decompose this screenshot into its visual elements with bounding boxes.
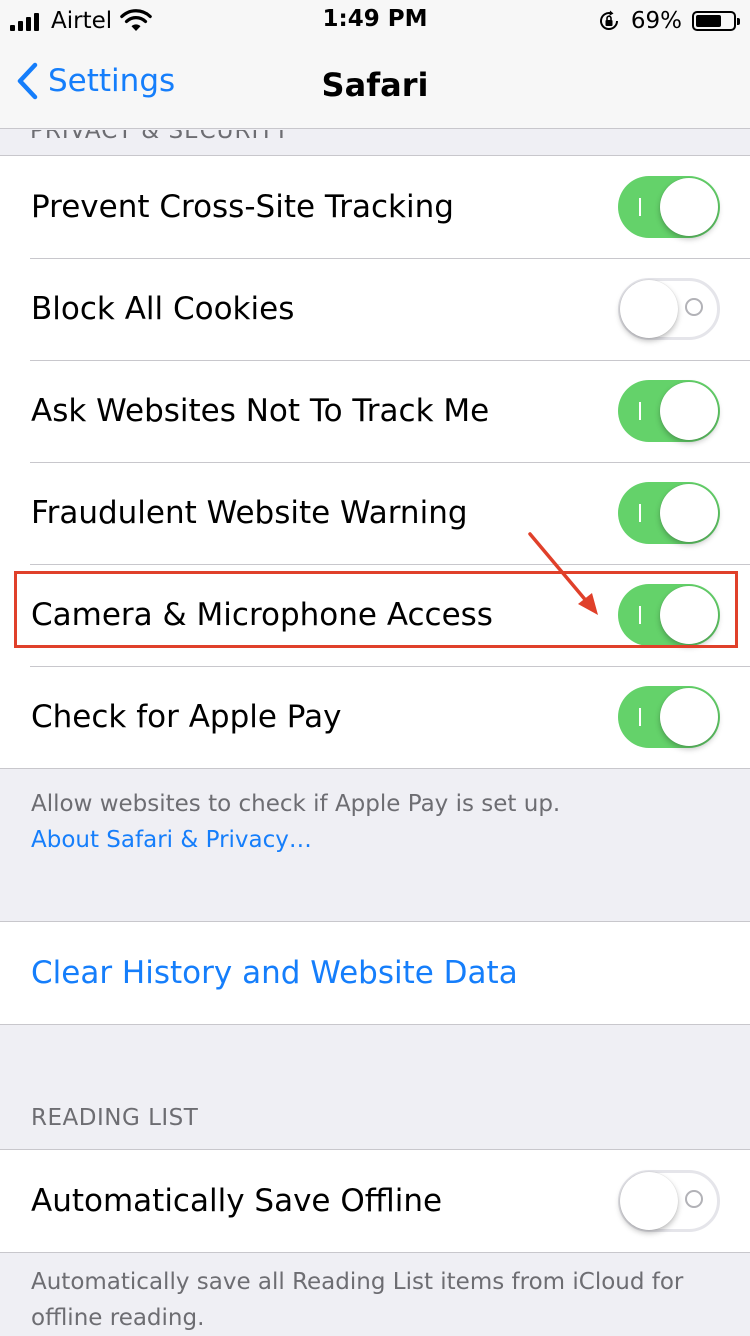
privacy-settings-group: Prevent Cross-Site Tracking Block All Co… — [0, 155, 750, 769]
battery-icon — [692, 11, 740, 31]
row-label: Automatically Save Offline — [31, 1183, 443, 1219]
battery-percentage: 69% — [630, 8, 682, 34]
ask-websites-not-to-track-row: Ask Websites Not To Track Me — [0, 360, 750, 462]
about-safari-privacy-link[interactable]: About Safari & Privacy… — [31, 822, 560, 858]
fraudulent-website-warning-toggle[interactable] — [618, 482, 720, 544]
apple-pay-footer-text: Allow websites to check if Apple Pay is … — [31, 791, 561, 817]
clear-history-group: Clear History and Website Data — [0, 921, 750, 1025]
orientation-lock-icon — [599, 10, 618, 30]
prevent-cross-site-tracking-toggle[interactable] — [618, 176, 720, 238]
status-bar: Airtel 1:49 PM 69% — [0, 0, 750, 40]
reading-list-footer: Automatically save all Reading List item… — [31, 1269, 684, 1331]
highlight-box — [14, 571, 738, 648]
fraudulent-website-warning-row: Fraudulent Website Warning — [0, 462, 750, 564]
check-for-apple-pay-toggle[interactable] — [618, 686, 720, 748]
row-label: Prevent Cross-Site Tracking — [31, 189, 454, 225]
prevent-cross-site-tracking-row: Prevent Cross-Site Tracking — [0, 156, 750, 258]
clear-history-label: Clear History and Website Data — [31, 955, 518, 991]
automatically-save-offline-toggle[interactable] — [618, 1170, 720, 1232]
row-label: Check for Apple Pay — [31, 699, 342, 735]
ask-websites-not-to-track-toggle[interactable] — [618, 380, 720, 442]
check-for-apple-pay-row: Check for Apple Pay — [0, 666, 750, 768]
row-label: Fraudulent Website Warning — [31, 495, 468, 531]
reading-list-group: Automatically Save Offline — [0, 1149, 750, 1253]
status-right: 69% — [597, 6, 740, 36]
row-label: Block All Cookies — [31, 291, 295, 327]
row-label: Ask Websites Not To Track Me — [31, 393, 490, 429]
annotation-arrow-icon — [528, 532, 598, 615]
page-title: Safari — [321, 66, 429, 104]
privacy-footer: Allow websites to check if Apple Pay is … — [31, 786, 560, 858]
block-all-cookies-toggle[interactable] — [618, 278, 720, 340]
block-all-cookies-row: Block All Cookies — [0, 258, 750, 360]
clear-history-button[interactable]: Clear History and Website Data — [0, 922, 750, 1024]
reading-list-section-header: READING LIST — [31, 1105, 199, 1131]
automatically-save-offline-row: Automatically Save Offline — [0, 1150, 750, 1252]
navigation-bar: Settings Safari — [0, 40, 750, 129]
